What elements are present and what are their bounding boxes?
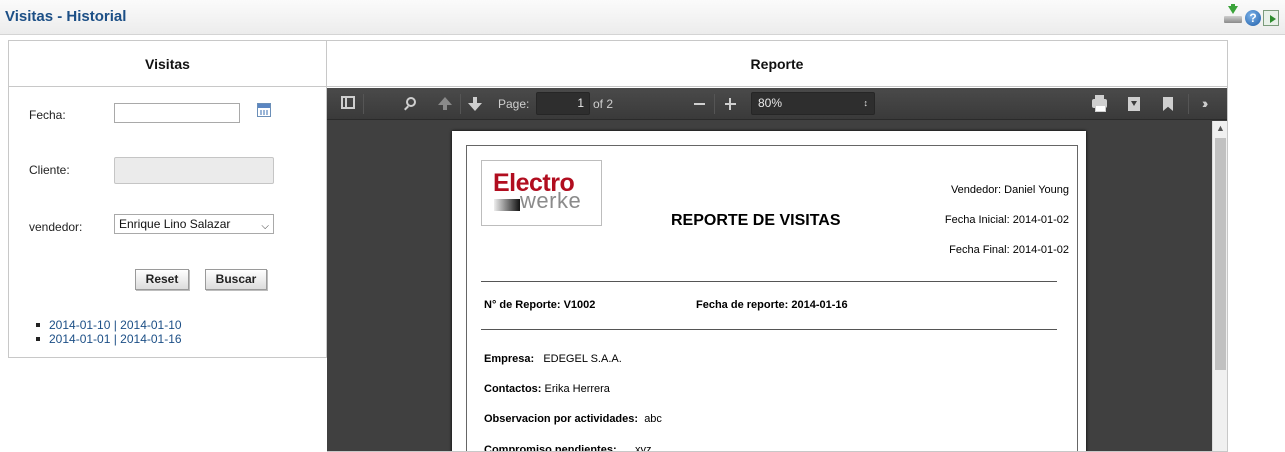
- report-observacion: Observacion por actividades: abc: [484, 413, 662, 425]
- scroll-up-icon[interactable]: ▲: [1213, 121, 1227, 136]
- report-title: REPORTE DE VISITAS: [671, 212, 841, 229]
- search-icon[interactable]: [406, 97, 416, 107]
- download-pdf-icon[interactable]: [1128, 97, 1140, 111]
- report-frame: Electro werke REPORTE DE VISITAS Vendedo…: [466, 145, 1078, 452]
- report-empresa-value: EDEGEL S.A.A.: [543, 353, 622, 365]
- cliente-field: [114, 157, 274, 184]
- exit-icon[interactable]: [1263, 10, 1279, 26]
- report-empresa: Empresa: EDEGEL S.A.A.: [484, 353, 622, 365]
- report-compromiso-label: Compromiso pendientes:: [484, 444, 617, 452]
- next-page-icon[interactable]: [468, 97, 482, 111]
- help-icon[interactable]: ?: [1245, 10, 1261, 26]
- toolbar-divider: [714, 94, 715, 114]
- cliente-label: Cliente:: [29, 163, 70, 177]
- report-fecha-reporte: Fecha de reporte: 2014-01-16: [696, 299, 848, 311]
- chevron-updown-icon: ↕: [863, 98, 869, 108]
- report-observacion-value: abc: [644, 413, 662, 425]
- vertical-scrollbar[interactable]: ▲: [1212, 121, 1227, 451]
- fecha-input[interactable]: [114, 103, 240, 123]
- history-link[interactable]: 2014-01-01 | 2014-01-16: [36, 332, 182, 346]
- sidebar-toggle-icon[interactable]: [341, 96, 355, 109]
- report-compromiso-value: xyz: [634, 444, 652, 452]
- report-contactos-value: Erika Herrera: [544, 383, 610, 395]
- zoom-value: 80%: [758, 96, 783, 110]
- download-icon[interactable]: [1223, 4, 1243, 24]
- toolbar-divider: [460, 94, 461, 114]
- report-fecha-reporte-label: Fecha de reporte:: [696, 299, 789, 311]
- more-tools-icon[interactable]: ››: [1202, 95, 1209, 111]
- pdf-viewer: Page: 1 of 2 80% ↕ ›› Electro werke REPO…: [327, 88, 1227, 452]
- zoom-select[interactable]: 80% ↕: [751, 92, 875, 115]
- report-empresa-label: Empresa:: [484, 353, 535, 365]
- buscar-button[interactable]: Buscar: [205, 269, 267, 290]
- pdf-toolbar: Page: 1 of 2 80% ↕ ››: [327, 88, 1227, 120]
- company-logo: Electro werke: [481, 160, 602, 226]
- report-vendedor: Vendedor: Daniel Young: [950, 184, 1069, 196]
- zoom-out-icon[interactable]: [694, 103, 705, 105]
- report-contactos: Contactos: Erika Herrera: [484, 383, 610, 395]
- page-header: Visitas - Historial ?: [0, 0, 1285, 35]
- report-divider: [481, 281, 1057, 282]
- vendedor-label: vendedor:: [29, 220, 83, 234]
- reporte-panel-title: Reporte: [327, 41, 1227, 87]
- bookmark-icon[interactable]: [1163, 97, 1173, 111]
- visitas-panel: Visitas Fecha: Cliente: vendedor: Enriqu…: [8, 40, 327, 358]
- vendedor-selected-value: Enrique Lino Salazar: [119, 217, 231, 231]
- previous-page-icon[interactable]: [438, 97, 452, 110]
- report-fecha-reporte-value: 2014-01-16: [791, 299, 848, 311]
- print-icon[interactable]: [1092, 95, 1107, 112]
- logo-text-werke: werke: [520, 188, 582, 213]
- report-contactos-label: Contactos:: [484, 383, 542, 395]
- header-tools: ?: [1223, 4, 1279, 26]
- page-label: Page:: [498, 97, 530, 111]
- chevron-down-icon: ⌵: [261, 221, 269, 232]
- history-link[interactable]: 2014-01-10 | 2014-01-10: [36, 318, 182, 332]
- report-compromiso: Compromiso pendientes: xyz: [484, 444, 652, 452]
- report-numero: N° de Reporte: V1002: [484, 299, 595, 311]
- scrollbar-thumb[interactable]: [1215, 138, 1226, 370]
- page-title: Visitas - Historial: [5, 8, 127, 25]
- toolbar-divider: [1188, 94, 1189, 114]
- history-list: 2014-01-10 | 2014-01-10 2014-01-01 | 201…: [36, 318, 182, 346]
- report-divider: [481, 329, 1057, 330]
- page-number-input[interactable]: 1: [536, 92, 590, 115]
- zoom-in-icon[interactable]: [725, 98, 736, 110]
- report-numero-value: V1002: [563, 299, 596, 311]
- report-numero-label: N° de Reporte:: [484, 299, 561, 311]
- logo-gradient-bar: [494, 199, 520, 211]
- calendar-icon[interactable]: [257, 103, 271, 117]
- report-fecha-inicial: Fecha Inicial: 2014-01-02: [944, 214, 1069, 226]
- pdf-page: Electro werke REPORTE DE VISITAS Vendedo…: [452, 131, 1086, 452]
- fecha-label: Fecha:: [29, 108, 66, 122]
- page-total: of 2: [593, 97, 614, 111]
- reset-button[interactable]: Reset: [135, 269, 189, 290]
- visitas-panel-title: Visitas: [9, 41, 326, 87]
- vendedor-select[interactable]: Enrique Lino Salazar ⌵: [114, 214, 274, 234]
- reporte-panel: Reporte Page: 1 of 2 80% ↕ ›› Electro we…: [327, 40, 1228, 452]
- report-fecha-final: Fecha Final: 2014-01-02: [949, 244, 1069, 256]
- toolbar-divider: [363, 94, 364, 114]
- report-observacion-label: Observacion por actividades:: [484, 413, 639, 425]
